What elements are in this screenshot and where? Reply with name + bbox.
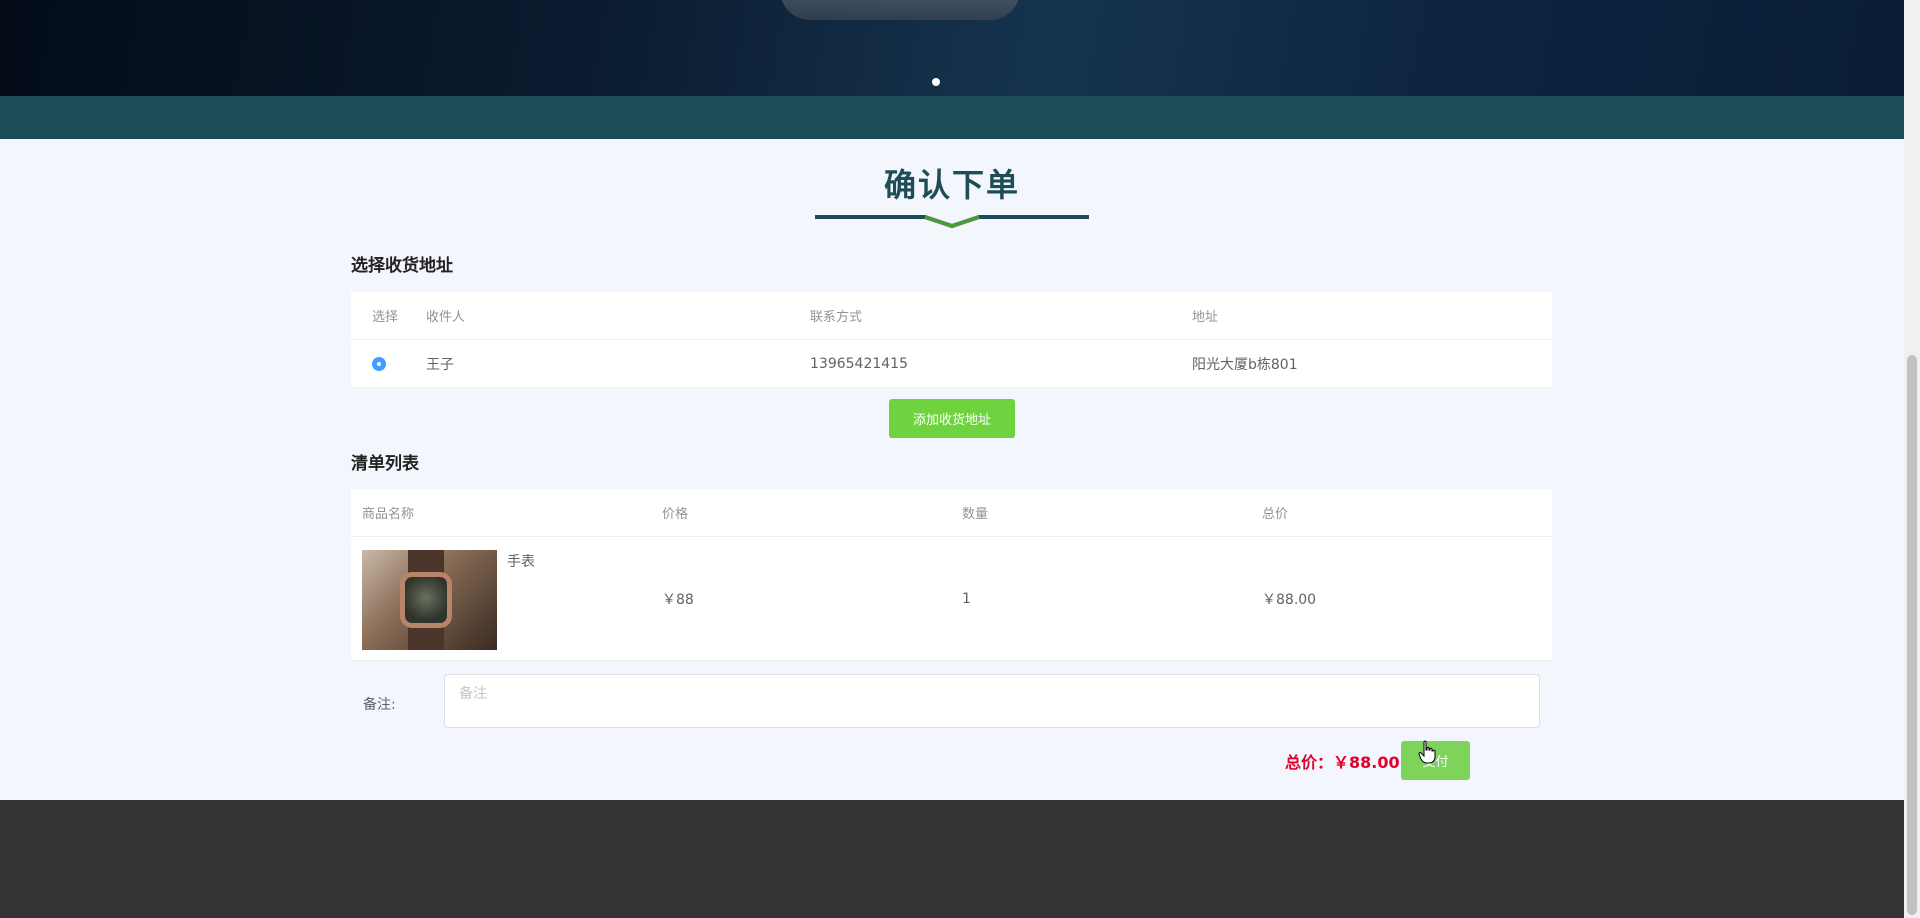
add-address-button[interactable]: 添加收货地址 xyxy=(889,399,1015,438)
column-header-quantity: 数量 xyxy=(962,507,989,522)
footer xyxy=(0,800,1904,918)
remark-input[interactable] xyxy=(444,674,1540,728)
banner-carousel xyxy=(0,0,1904,96)
address-table-header: 选择 收件人 联系方式 地址 xyxy=(351,292,1552,340)
column-header-product-name: 商品名称 xyxy=(362,507,415,522)
vertical-scrollbar[interactable] xyxy=(1904,0,1920,918)
address-cell: 阳光大厦b栋801 xyxy=(1192,356,1298,373)
banner-strip xyxy=(0,96,1904,139)
column-header-price: 价格 xyxy=(662,507,689,522)
quantity-cell: 1 xyxy=(962,590,971,607)
remark-label: 备注: xyxy=(363,697,396,713)
recipient-cell: 王子 xyxy=(426,356,454,373)
price-cell: ￥88 xyxy=(662,591,694,608)
order-table-header: 商品名称 价格 数量 总价 xyxy=(351,489,1552,537)
watch-strap-bottom xyxy=(408,626,444,650)
order-table: 商品名称 价格 数量 总价 手表 ￥88 1 ￥88.00 xyxy=(351,489,1552,661)
column-header-select: 选择 xyxy=(372,310,399,325)
address-table: 选择 收件人 联系方式 地址 王子 13965421415 阳光大厦b栋801 xyxy=(351,292,1552,388)
product-name-cell: 手表 xyxy=(507,554,535,570)
column-header-recipient: 收件人 xyxy=(426,310,466,325)
table-row[interactable]: 王子 13965421415 阳光大厦b栋801 xyxy=(351,340,1552,388)
carousel-indicator-dot[interactable] xyxy=(932,78,940,86)
hand-cursor-icon xyxy=(1418,740,1436,764)
column-header-address: 地址 xyxy=(1192,310,1219,325)
column-header-total: 总价 xyxy=(1262,507,1289,522)
scrollbar-thumb[interactable] xyxy=(1907,355,1917,915)
watch-strap-top xyxy=(408,550,444,574)
order-section-heading: 清单列表 xyxy=(351,454,419,474)
address-select-radio[interactable] xyxy=(372,356,386,371)
page: 确认下单 选择收货地址 选择 收件人 联系方式 地址 王子 1396542141… xyxy=(0,0,1904,918)
watch-face xyxy=(400,572,452,628)
total-cell: ￥88.00 xyxy=(1262,591,1317,608)
phone-cell: 13965421415 xyxy=(810,355,908,372)
column-header-phone: 联系方式 xyxy=(810,310,863,325)
title-underline-decoration xyxy=(815,215,1089,229)
address-section-heading: 选择收货地址 xyxy=(351,256,453,276)
product-image xyxy=(362,550,497,650)
table-row: 手表 ￥88 1 ￥88.00 xyxy=(351,537,1552,661)
page-title: 确认下单 xyxy=(883,166,1020,204)
banner-image xyxy=(780,0,1020,20)
address-select-radio-cell[interactable] xyxy=(372,340,386,387)
order-total: 总价：￥88.00 xyxy=(1285,753,1400,772)
